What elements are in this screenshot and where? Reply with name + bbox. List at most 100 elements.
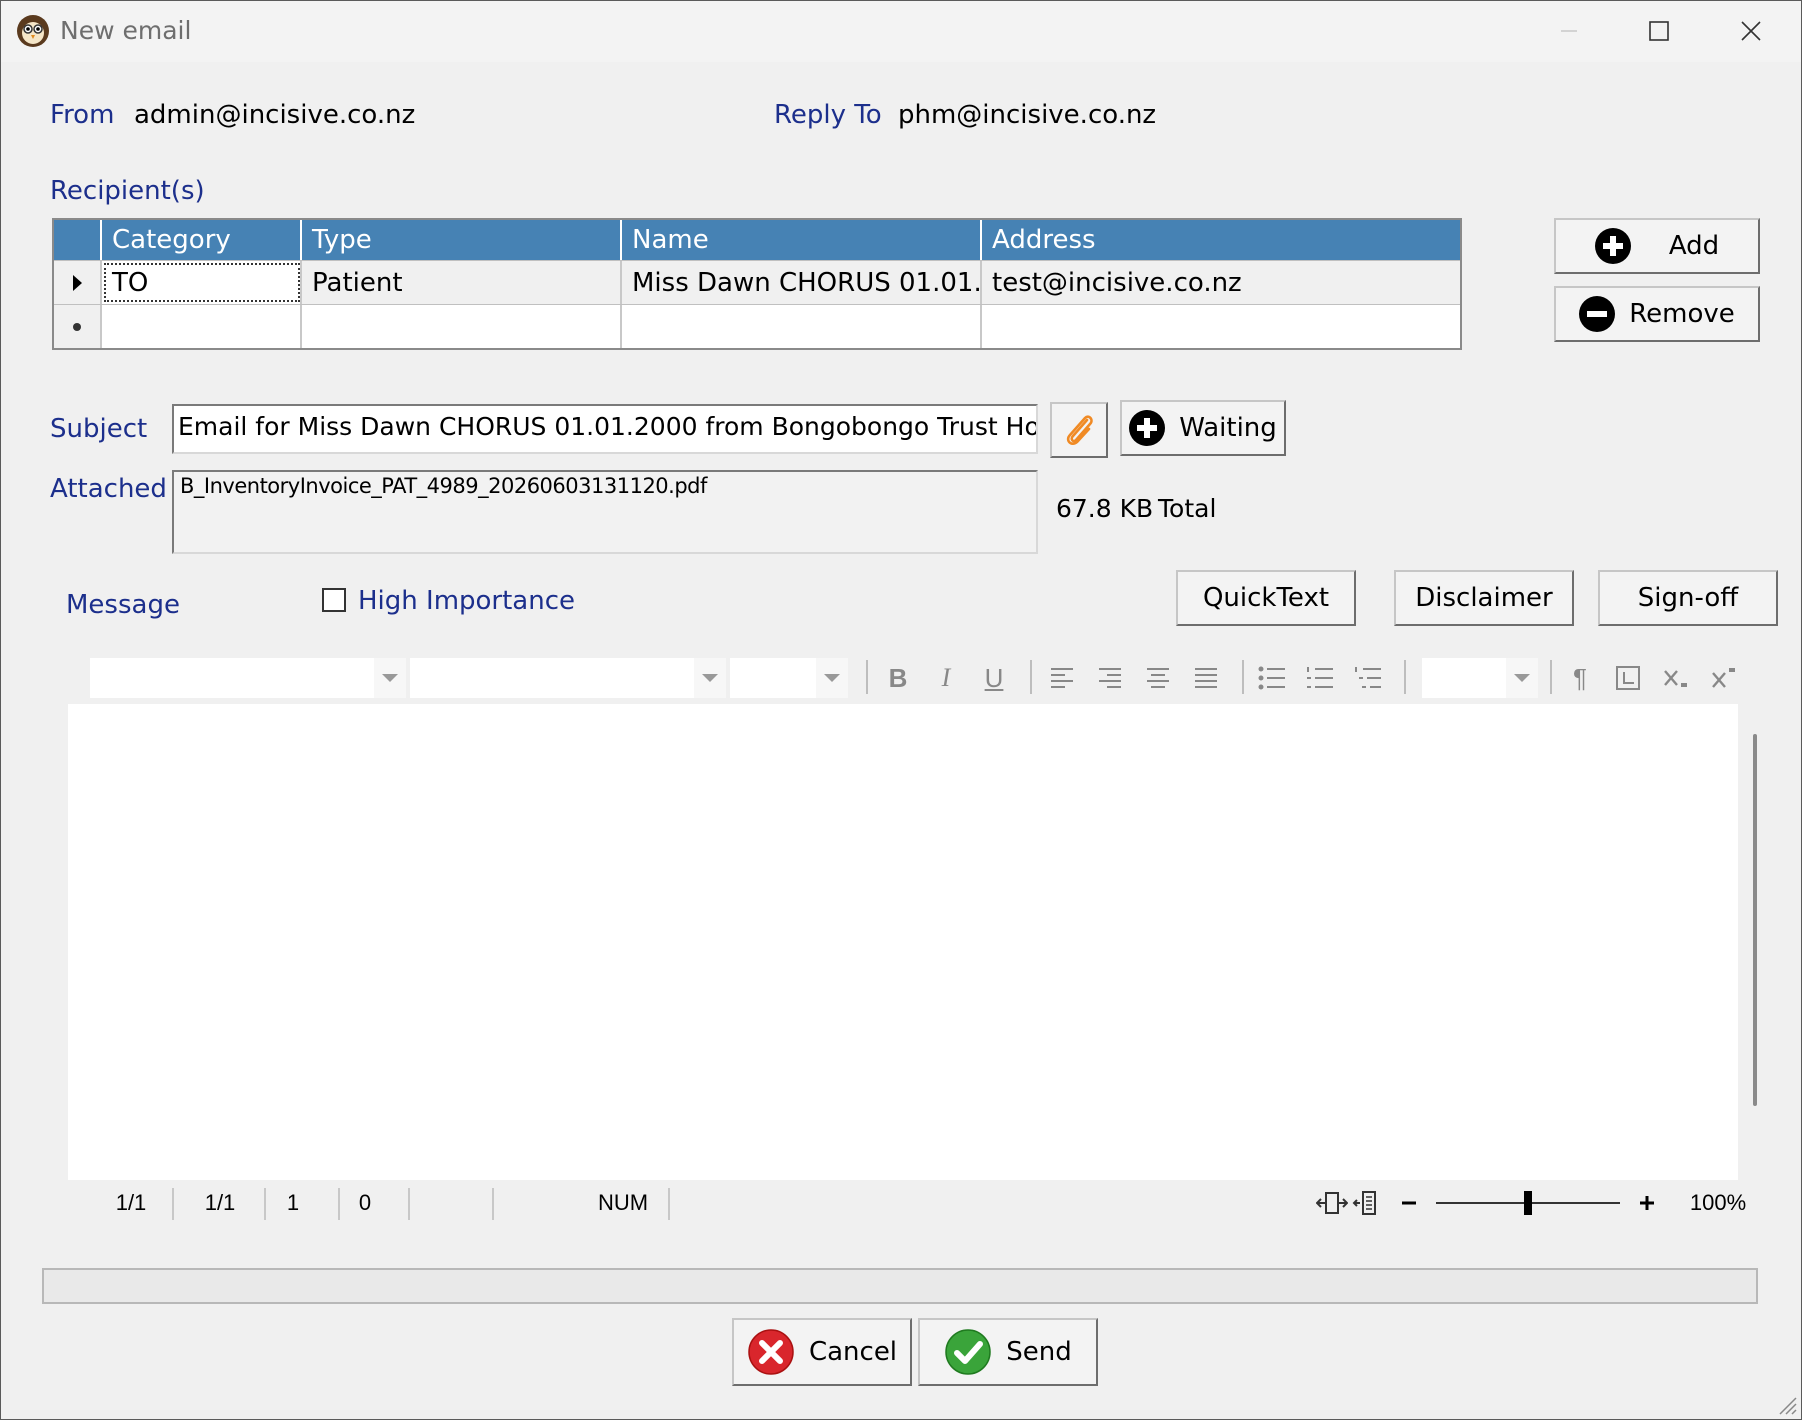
app-owl-icon xyxy=(17,15,49,47)
quicktext-button[interactable]: QuickText xyxy=(1176,570,1356,626)
tab-stop-icon xyxy=(1616,666,1640,690)
superscript-button[interactable] xyxy=(1706,660,1742,696)
subscript-icon xyxy=(1664,670,1687,687)
column-header-address[interactable]: Address xyxy=(982,220,1460,260)
high-importance-label[interactable]: High Importance xyxy=(358,586,575,616)
reply-to-value: phm@incisive.co.nz xyxy=(898,100,1157,130)
subject-input[interactable]: Email for Miss Dawn CHORUS 01.01.2000 fr… xyxy=(172,404,1038,454)
numbered-list-button[interactable] xyxy=(1302,660,1338,696)
editor-vertical-scrollbar[interactable] xyxy=(1738,704,1774,1180)
column-header-name[interactable]: Name xyxy=(622,220,982,260)
bold-button[interactable]: B xyxy=(880,660,916,696)
font-family-combo[interactable] xyxy=(410,658,726,698)
minimize-button[interactable] xyxy=(1524,0,1614,62)
show-formatting-button[interactable]: ¶ xyxy=(1562,660,1598,696)
close-icon xyxy=(1741,21,1761,41)
attach-file-button[interactable] xyxy=(1050,402,1108,458)
status-section: 1/1 xyxy=(204,1190,236,1215)
status-separator xyxy=(408,1188,410,1220)
style-dropdown-arrow[interactable] xyxy=(374,658,406,698)
recipients-grid[interactable]: Category Type Name Address TO Patient Mi… xyxy=(52,218,1462,350)
grid-header: Category Type Name Address xyxy=(54,220,1460,260)
send-check-icon xyxy=(945,1329,991,1375)
new-row[interactable] xyxy=(54,304,1460,348)
grid-corner-header xyxy=(54,220,102,260)
status-line: 1 xyxy=(286,1190,300,1215)
bullet-list-button[interactable] xyxy=(1254,660,1290,696)
high-importance-checkbox[interactable] xyxy=(322,588,346,612)
align-left-button[interactable] xyxy=(1044,660,1080,696)
new-cell-address[interactable] xyxy=(982,305,1460,348)
zoom-slider[interactable] xyxy=(1436,1180,1620,1226)
minimize-icon xyxy=(1561,30,1577,32)
align-center-icon xyxy=(1147,668,1169,688)
send-progress-bar xyxy=(42,1268,1758,1304)
scrollbar-thumb[interactable] xyxy=(1753,734,1757,1106)
maximize-button[interactable] xyxy=(1614,0,1704,62)
align-center-button[interactable] xyxy=(1140,660,1176,696)
sign-off-button[interactable]: Sign-off xyxy=(1598,570,1778,626)
table-row[interactable]: TO Patient Miss Dawn CHORUS 01.01.... te… xyxy=(54,260,1460,304)
justify-button[interactable] xyxy=(1188,660,1224,696)
status-separator xyxy=(668,1188,670,1220)
plus-icon xyxy=(1640,1196,1654,1210)
close-button[interactable] xyxy=(1706,0,1796,62)
fit-page-icon xyxy=(1352,1191,1376,1215)
new-row-asterisk-icon xyxy=(73,322,81,331)
align-left-icon xyxy=(1051,668,1073,688)
row-selector[interactable] xyxy=(54,261,102,304)
attachment-size: 67.8 KB xyxy=(1056,494,1154,523)
new-row-selector[interactable] xyxy=(54,305,102,348)
cell-type[interactable]: Patient xyxy=(302,261,622,304)
toolbar-separator xyxy=(1030,660,1032,694)
attachment-total-label: Total xyxy=(1158,494,1217,523)
style-combo[interactable] xyxy=(90,658,406,698)
list-style-dropdown-arrow[interactable] xyxy=(1506,658,1538,698)
insert-tab-button[interactable] xyxy=(1610,660,1646,696)
list-style-combo[interactable] xyxy=(1422,658,1538,698)
fit-width-button[interactable] xyxy=(1314,1180,1350,1226)
new-cell-name[interactable] xyxy=(622,305,982,348)
remove-recipient-button[interactable]: Remove xyxy=(1554,286,1760,342)
chevron-down-icon xyxy=(382,674,398,682)
column-header-category[interactable]: Category xyxy=(102,220,302,260)
message-body-input[interactable] xyxy=(68,704,1738,1180)
title-bar: New email xyxy=(0,0,1802,62)
add-button-label: Add xyxy=(1668,231,1720,261)
new-cell-category[interactable] xyxy=(102,305,302,348)
attached-label: Attached xyxy=(50,474,167,504)
attachments-list[interactable]: B_InventoryInvoice_PAT_4989_202606031311… xyxy=(172,470,1038,554)
font-dropdown-arrow[interactable] xyxy=(694,658,726,698)
fit-page-button[interactable] xyxy=(1350,1180,1386,1226)
italic-button[interactable]: I xyxy=(928,660,964,696)
column-header-type[interactable]: Type xyxy=(302,220,622,260)
font-size-combo[interactable] xyxy=(730,658,848,698)
status-page: 1/1 xyxy=(115,1190,147,1215)
add-recipient-button[interactable]: Add xyxy=(1554,218,1760,274)
zoom-slider-thumb[interactable] xyxy=(1524,1191,1532,1215)
attachment-file[interactable]: B_InventoryInvoice_PAT_4989_202606031311… xyxy=(180,474,1030,498)
cell-address[interactable]: test@incisive.co.nz xyxy=(982,261,1460,304)
waiting-button-label: Waiting xyxy=(1179,413,1277,443)
zoom-out-button[interactable] xyxy=(1394,1180,1424,1226)
toolbar-separator xyxy=(1550,660,1552,694)
cancel-button[interactable]: Cancel xyxy=(732,1318,912,1386)
cancel-x-icon xyxy=(748,1329,794,1375)
remove-button-label: Remove xyxy=(1629,299,1735,329)
status-column: 0 xyxy=(358,1190,372,1215)
new-cell-type[interactable] xyxy=(302,305,622,348)
align-right-button[interactable] xyxy=(1092,660,1128,696)
waiting-button[interactable]: Waiting xyxy=(1120,400,1286,456)
zoom-in-button[interactable] xyxy=(1632,1180,1662,1226)
underline-button[interactable]: U xyxy=(976,660,1012,696)
disclaimer-button[interactable]: Disclaimer xyxy=(1394,570,1574,626)
size-dropdown-arrow[interactable] xyxy=(816,658,848,698)
cell-category[interactable]: TO xyxy=(102,261,302,304)
resize-grip-icon[interactable] xyxy=(1774,1392,1798,1416)
status-separator xyxy=(264,1188,266,1220)
send-button[interactable]: Send xyxy=(918,1318,1098,1386)
fit-width-icon xyxy=(1316,1192,1348,1214)
cell-name[interactable]: Miss Dawn CHORUS 01.01.... xyxy=(622,261,982,304)
multilevel-list-button[interactable] xyxy=(1350,660,1386,696)
subscript-button[interactable] xyxy=(1658,660,1694,696)
